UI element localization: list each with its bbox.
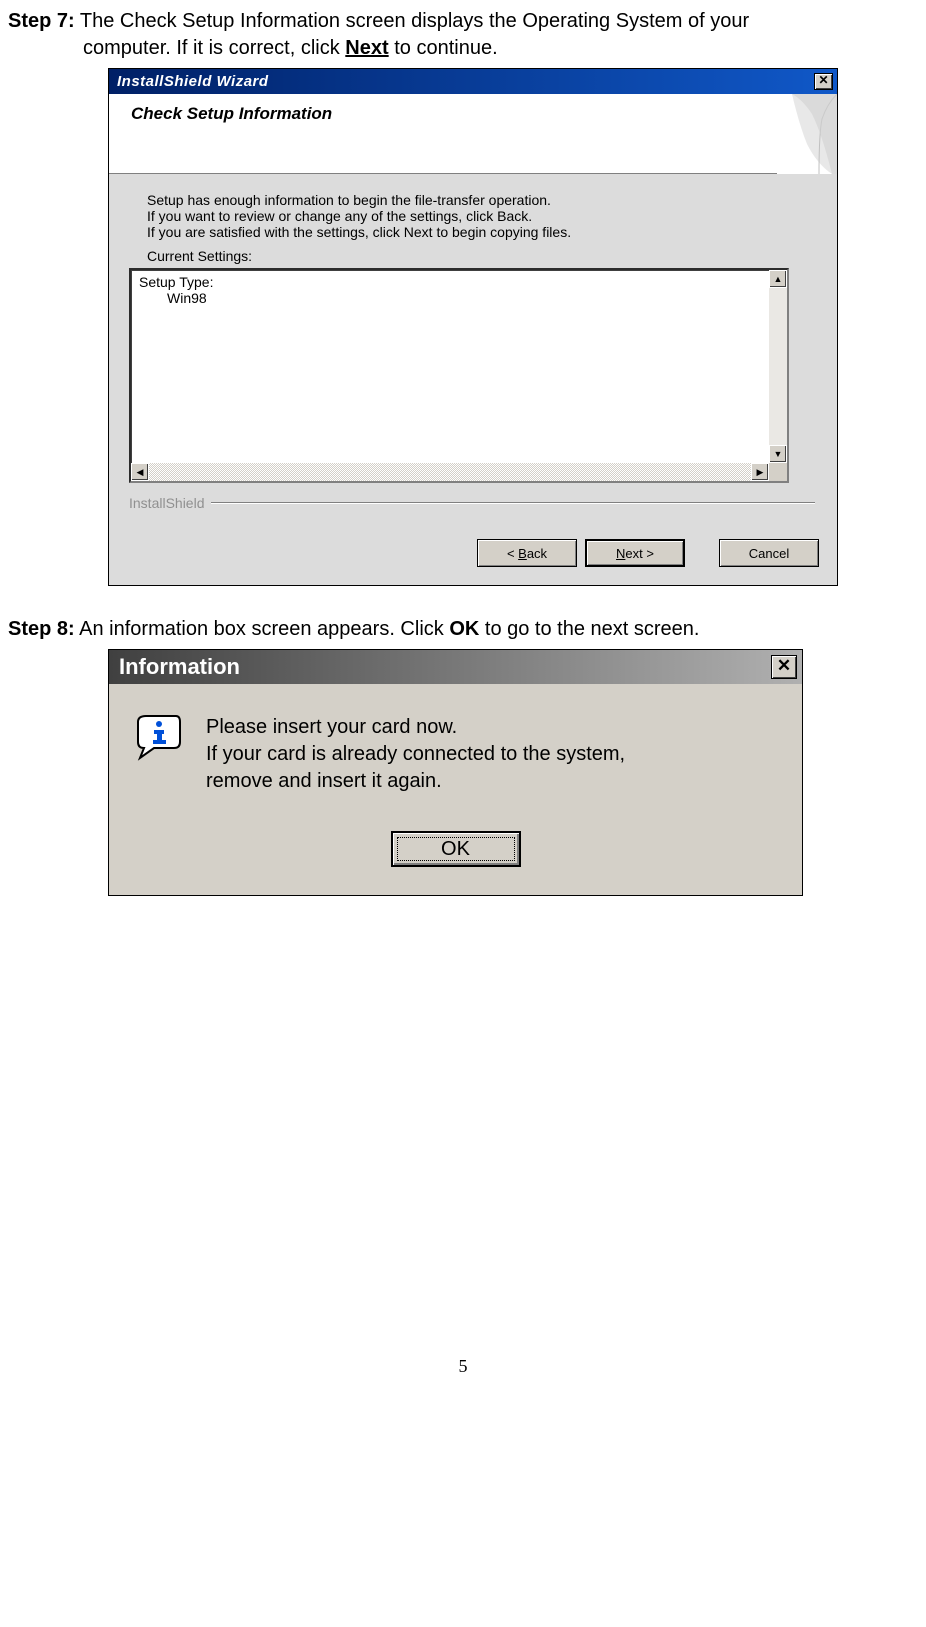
page-curl-icon xyxy=(777,94,837,174)
scroll-up-icon[interactable]: ▲ xyxy=(769,270,787,288)
window-title: InstallShield Wizard xyxy=(117,73,814,90)
info-icon xyxy=(134,714,184,795)
current-settings-label: Current Settings: xyxy=(147,248,815,264)
wizard-button-row: < Back Next > Cancel xyxy=(109,523,837,585)
info-title-bar: Information ✕ xyxy=(109,650,802,684)
settings-content: Setup Type: Win98 xyxy=(131,270,787,310)
scroll-down-icon[interactable]: ▼ xyxy=(769,445,787,463)
settings-listbox[interactable]: Setup Type: Win98 ▲ ▼ ◀ ▶ xyxy=(129,268,789,483)
ok-button[interactable]: OK xyxy=(391,831,521,867)
back-button[interactable]: < Back xyxy=(477,539,577,567)
scroll-right-icon[interactable]: ▶ xyxy=(751,463,769,481)
body-line: If you are satisfied with the settings, … xyxy=(147,224,815,240)
cancel-button[interactable]: Cancel xyxy=(719,539,819,567)
body-line: If you want to review or change any of t… xyxy=(147,208,815,224)
horizontal-scrollbar[interactable]: ◀ ▶ xyxy=(131,463,769,481)
step7-text: Step 7: The Check Setup Information scre… xyxy=(8,8,918,62)
wizard-header: Check Setup Information xyxy=(109,94,837,174)
scroll-left-icon[interactable]: ◀ xyxy=(131,463,149,481)
wizard-body: Setup has enough information to begin th… xyxy=(109,174,837,523)
info-message: Please insert your card now. If your car… xyxy=(206,714,625,795)
body-line: Setup has enough information to begin th… xyxy=(147,192,815,208)
close-icon[interactable]: ✕ xyxy=(814,73,833,90)
step8-label: Step 8: xyxy=(8,618,75,640)
vertical-scrollbar[interactable]: ▲ ▼ xyxy=(769,270,787,463)
information-dialog: Information ✕ Please insert your card no… xyxy=(108,649,803,896)
installshield-wizard-window: InstallShield Wizard ✕ Check Setup Infor… xyxy=(108,68,838,586)
page-number: 5 xyxy=(8,1356,918,1377)
wizard-header-title: Check Setup Information xyxy=(109,94,837,124)
step7-label: Step 7: xyxy=(8,10,75,32)
next-button[interactable]: Next > xyxy=(585,539,685,567)
installshield-brand: InstallShield xyxy=(129,495,815,511)
info-button-row: OK xyxy=(109,823,802,895)
info-title: Information xyxy=(119,654,771,680)
step8-text: Step 8: An information box screen appear… xyxy=(8,616,918,643)
title-bar: InstallShield Wizard ✕ xyxy=(109,69,837,94)
close-icon[interactable]: ✕ xyxy=(771,655,797,679)
info-body: Please insert your card now. If your car… xyxy=(109,684,802,823)
